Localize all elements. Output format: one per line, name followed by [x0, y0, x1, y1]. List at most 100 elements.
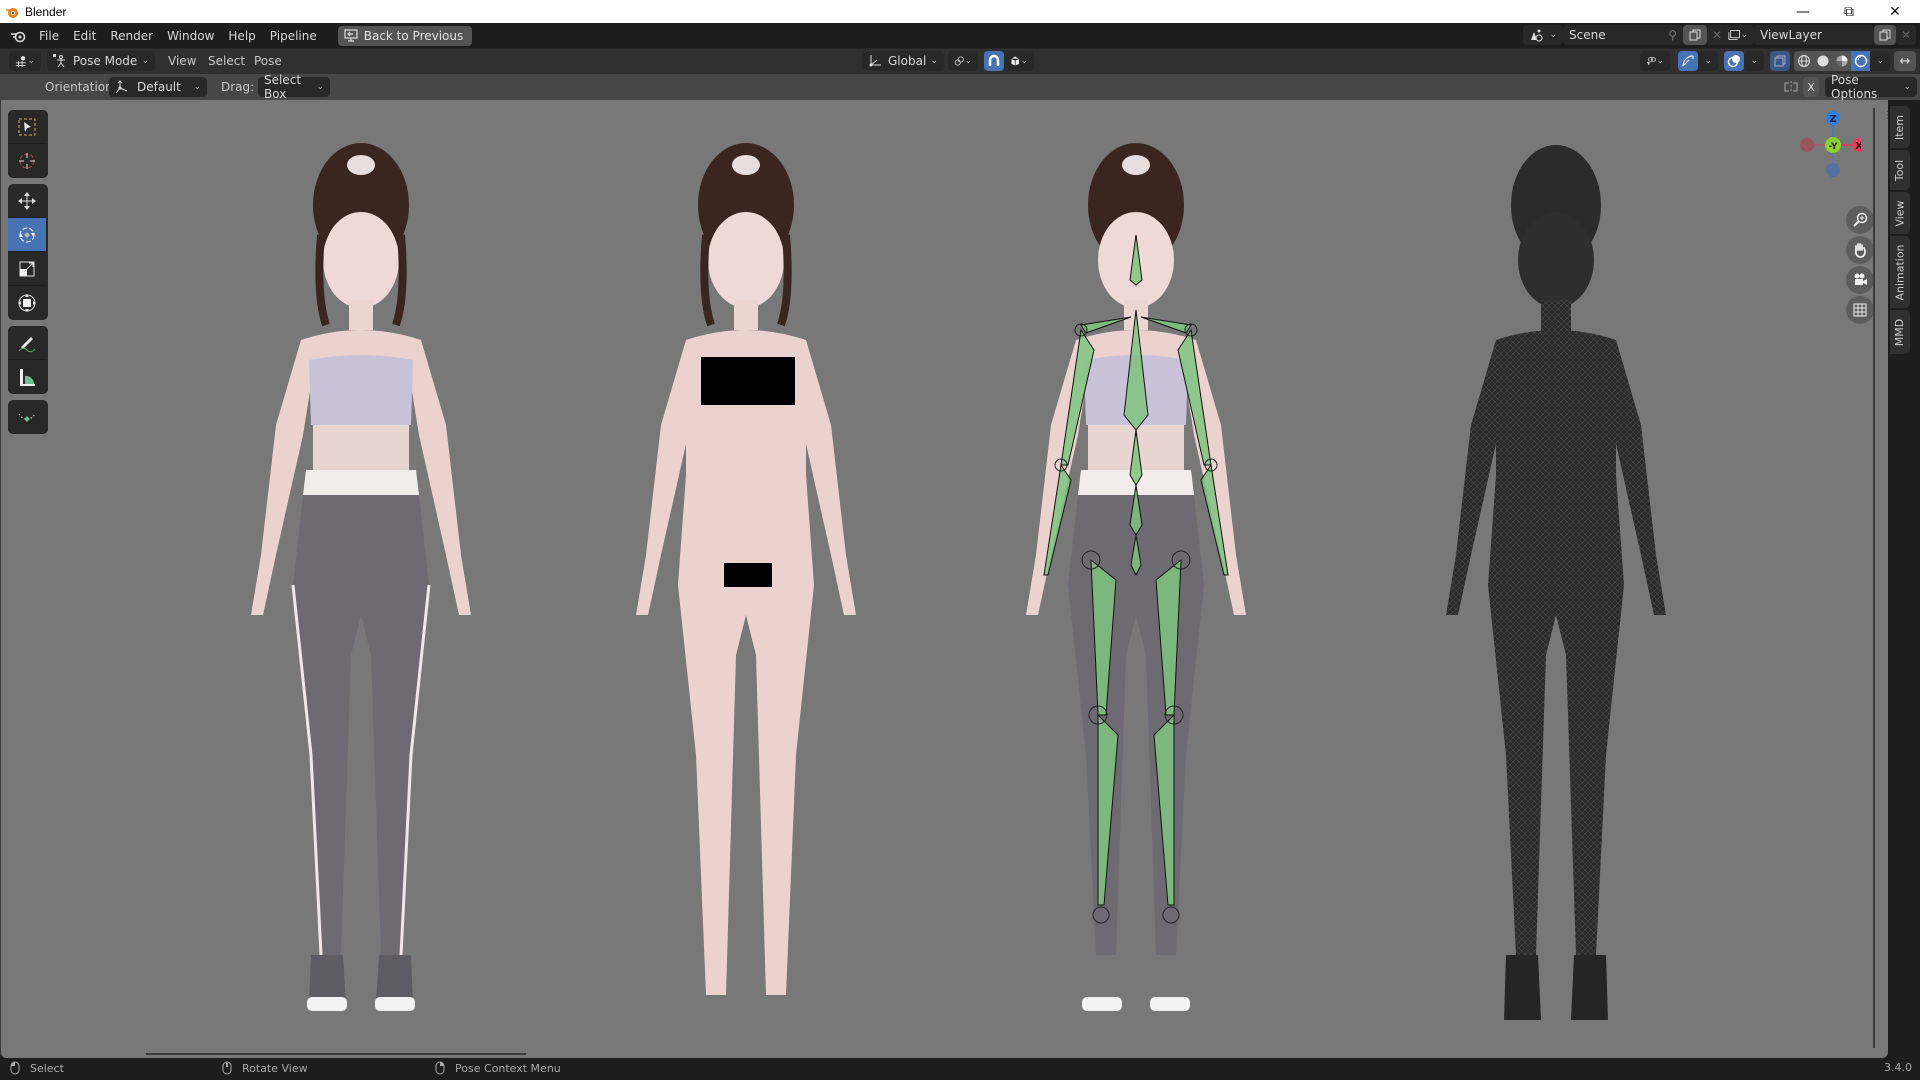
camera-view-button[interactable]	[1846, 266, 1874, 294]
toggle-sidebar-button[interactable]: ↔	[1894, 51, 1916, 71]
overlay-dropdown[interactable]: ⌄	[1744, 51, 1764, 71]
new-scene-button[interactable]	[1683, 25, 1707, 45]
visibility-dropdown[interactable]: ⌄	[1640, 51, 1670, 71]
delete-viewlayer-button[interactable]: ✕	[1896, 25, 1916, 45]
3d-viewport[interactable]: Z X -Y ⋮	[0, 100, 1888, 1058]
menu-select[interactable]: Select	[208, 54, 245, 68]
select-box-icon	[18, 118, 36, 135]
sidebar-tab-mmd[interactable]: MMD	[1890, 310, 1910, 354]
pose-options-dropdown[interactable]: Pose Options ⌄	[1825, 73, 1917, 101]
tool-bone-envelope[interactable]	[8, 400, 46, 434]
tool-cursor[interactable]	[8, 144, 46, 178]
pivot-icon	[954, 56, 964, 66]
menu-window[interactable]: Window	[160, 26, 221, 46]
overlay-icon	[1727, 55, 1740, 68]
viewlayer-browse-button[interactable]: ⌄	[1722, 25, 1754, 45]
minimize-button[interactable]: —	[1780, 0, 1826, 23]
navigation-gizmo[interactable]: Z X -Y	[1781, 106, 1861, 186]
orientation-global-icon	[869, 55, 881, 67]
gizmo-neg-x[interactable]	[1800, 138, 1814, 152]
menu-render[interactable]: Render	[103, 26, 160, 46]
restore-button[interactable]: ⧉	[1826, 0, 1872, 23]
menu-help[interactable]: Help	[221, 26, 262, 46]
orientation-dropdown[interactable]: Default ⌄	[109, 77, 207, 97]
pan-view-button[interactable]	[1846, 236, 1874, 264]
solid-sphere-icon	[1817, 55, 1828, 67]
x-mirror-toggle[interactable]: X	[1803, 77, 1819, 97]
blender-menu-icon[interactable]	[10, 29, 26, 43]
mode-dropdown[interactable]: Pose Mode ⌄	[47, 51, 155, 71]
shading-solid-button[interactable]	[1813, 51, 1832, 71]
duplicate-icon	[1689, 29, 1701, 41]
ortho-toggle-button[interactable]	[1846, 296, 1874, 324]
sidebar-tab-view[interactable]: View	[1890, 192, 1910, 234]
back-to-previous-button[interactable]: Back to Previous	[337, 25, 473, 46]
shading-rendered-button[interactable]	[1851, 51, 1870, 71]
shading-material-button[interactable]	[1832, 51, 1851, 71]
sidebar-tab-tool[interactable]: Tool	[1890, 150, 1910, 190]
window-title: Blender	[25, 4, 67, 19]
gizmo-neg-z[interactable]	[1826, 163, 1840, 177]
base-body-model-figure[interactable]	[616, 135, 876, 1055]
drag-dropdown[interactable]: Select Box ⌄	[258, 73, 330, 101]
close-button[interactable]: ✕	[1872, 0, 1918, 23]
mouse-middle-icon	[222, 1061, 232, 1075]
tool-select-box[interactable]	[8, 110, 46, 144]
scene-name-field[interactable]: Scene ⚲	[1563, 25, 1683, 45]
menu-pose[interactable]: Pose	[254, 54, 282, 68]
zoom-view-button[interactable]	[1846, 206, 1874, 234]
editor-type-button[interactable]: ⌄	[9, 51, 41, 71]
scene-browse-button[interactable]: ⌄	[1523, 25, 1563, 45]
blender-logo-icon	[6, 7, 18, 18]
mirror-icon[interactable]	[1784, 80, 1798, 94]
viewport-scrollbar[interactable]	[146, 1053, 526, 1055]
viewlayer-name-field[interactable]: ViewLayer	[1754, 25, 1874, 45]
tool-settings-bar: Orientation: Default ⌄ Drag: Select Box …	[0, 73, 1920, 101]
back-to-previous-label: Back to Previous	[363, 28, 464, 43]
material-sphere-icon	[1836, 55, 1847, 67]
orientation-label: Orientation:	[45, 80, 117, 94]
new-viewlayer-button[interactable]	[1874, 25, 1896, 45]
window-titlebar: Blender — ⧉ ✕	[0, 0, 1920, 23]
gizmo-toggle[interactable]	[1678, 51, 1698, 71]
pivot-point-dropdown[interactable]: ⌄	[948, 51, 978, 71]
tool-scale[interactable]	[8, 252, 46, 286]
mouse-right-icon	[435, 1061, 445, 1075]
shading-dropdown[interactable]: ⌄	[1870, 51, 1890, 71]
grid-icon	[1853, 303, 1867, 317]
tool-measure[interactable]	[8, 360, 46, 394]
duplicate-icon	[1879, 29, 1891, 41]
xray-toggle[interactable]	[1770, 51, 1790, 71]
tool-annotate[interactable]	[8, 326, 46, 360]
gizmo-dropdown[interactable]: ⌄	[1698, 51, 1718, 71]
censor-bar-bottom	[724, 563, 772, 587]
censor-bar-top	[701, 357, 795, 405]
clothed-model-figure[interactable]	[231, 135, 491, 1055]
menu-pipeline[interactable]: Pipeline	[263, 26, 324, 46]
drag-label: Drag:	[221, 80, 255, 94]
shading-wireframe-button[interactable]	[1794, 51, 1813, 71]
sidebar-tab-item[interactable]: Item	[1890, 106, 1910, 148]
render-layers-icon	[1728, 30, 1741, 40]
tool-move[interactable]	[8, 184, 46, 218]
menu-file[interactable]: File	[32, 26, 66, 46]
snap-toggle[interactable]	[984, 51, 1004, 71]
status-bar: Select Rotate View Pose Context Menu 3.4…	[0, 1058, 1920, 1080]
rigged-model-figure[interactable]	[1006, 135, 1266, 1055]
orientation-default-icon	[115, 80, 128, 94]
tool-rotate[interactable]	[8, 218, 46, 252]
menu-view[interactable]: View	[168, 54, 196, 68]
snap-target-dropdown[interactable]: ⌄	[1004, 51, 1034, 71]
overlay-toggle[interactable]	[1724, 51, 1744, 71]
zoom-icon	[1853, 212, 1868, 227]
top-menu-bar: File Edit Render Window Help Pipeline Ba…	[0, 23, 1920, 48]
transform-orientation-dropdown[interactable]: Global ⌄	[862, 51, 944, 71]
sidebar-tab-animation[interactable]: Animation	[1890, 236, 1910, 308]
3d-viewport-icon	[15, 56, 26, 68]
wireframe-model-figure[interactable]	[1426, 135, 1686, 1055]
pose-mode-icon	[53, 54, 65, 68]
tool-transform[interactable]	[8, 286, 46, 320]
pin-icon[interactable]: ⚲	[1668, 28, 1677, 42]
sidebar-scrollbar[interactable]	[1873, 108, 1875, 1048]
menu-edit[interactable]: Edit	[66, 26, 103, 46]
